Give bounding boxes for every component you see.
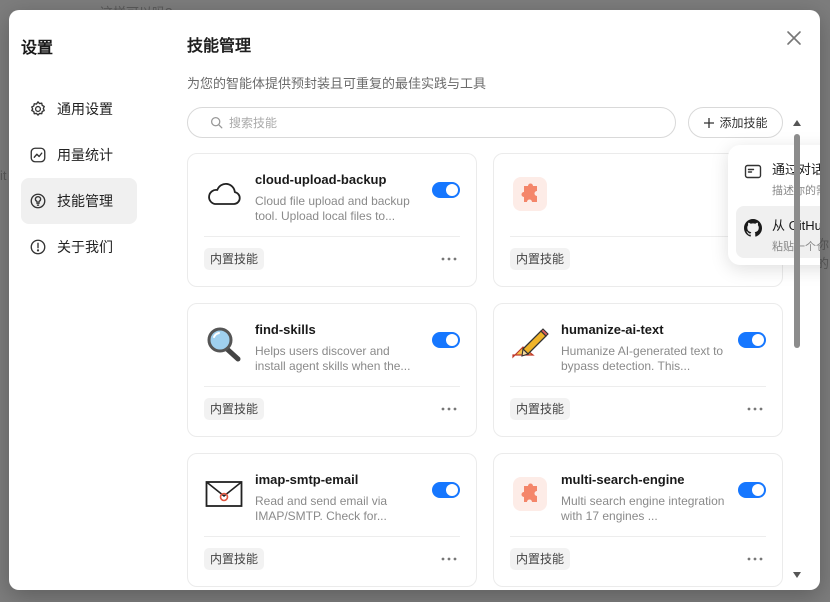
menu-item-import-github[interactable]: 从 GitHub 导入 粘贴一个仓库连接以开始 xyxy=(736,206,820,258)
skill-badge: 内置技能 xyxy=(204,248,265,270)
skill-badge: 内置技能 xyxy=(204,548,265,570)
envelope-icon xyxy=(204,474,244,514)
sidebar-item-about[interactable]: 关于我们 xyxy=(21,224,137,270)
puzzle-icon xyxy=(510,174,550,214)
skill-description: Humanize AI-generated text to bypass det… xyxy=(561,344,724,373)
close-button[interactable] xyxy=(784,28,804,48)
settings-modal: 设置 通用设置 用量统计 技能管理 关于我们 技能管理 为您的智能体提供预封装且… xyxy=(9,10,820,590)
plus-icon xyxy=(704,117,715,128)
sidebar-item-label: 通用设置 xyxy=(57,101,113,117)
more-options-icon[interactable] xyxy=(746,550,764,568)
scroll-thumb[interactable] xyxy=(794,134,800,348)
search-input[interactable] xyxy=(229,115,649,130)
sidebar-item-usage[interactable]: 用量统计 xyxy=(21,132,137,178)
skill-name: cloud-upload-backup xyxy=(255,172,387,187)
more-options-icon[interactable] xyxy=(440,400,458,418)
skills-panel: 技能管理 为您的智能体提供预封装且可重复的最佳实践与工具 添加技能 cloud-… xyxy=(187,10,820,590)
skill-icon xyxy=(30,193,46,209)
skill-name: imap-smtp-email xyxy=(255,472,359,487)
skill-description: Cloud file upload and backup tool. Uploa… xyxy=(255,194,410,223)
settings-sidebar: 设置 通用设置 用量统计 技能管理 关于我们 xyxy=(9,10,149,590)
more-options-icon[interactable] xyxy=(746,400,764,418)
skill-description: Read and send email via IMAP/SMTP. Check… xyxy=(255,494,388,523)
skill-description: Multi search engine integration with 17 … xyxy=(561,494,725,523)
add-skill-button[interactable]: 添加技能 xyxy=(688,107,783,138)
menu-item-create-via-chat[interactable]: 通过对话创建 描述你的需求，AI 帮你生成 xyxy=(736,150,820,202)
skill-name: humanize-ai-text xyxy=(561,322,664,337)
card-divider xyxy=(204,386,460,387)
skill-description xyxy=(561,194,729,226)
pencil-icon xyxy=(510,324,550,364)
skill-card[interactable]: humanize-ai-text Humanize AI-generated t… xyxy=(493,303,783,437)
skill-toggle[interactable] xyxy=(432,332,460,348)
page-subtitle: 为您的智能体提供预封装且可重复的最佳实践与工具 xyxy=(187,76,487,91)
skill-badge: 内置技能 xyxy=(510,248,571,270)
close-icon xyxy=(787,31,801,45)
skill-card[interactable]: cloud-upload-backup Cloud file upload an… xyxy=(187,153,477,287)
skill-toggle[interactable] xyxy=(738,482,766,498)
more-options-icon[interactable] xyxy=(440,550,458,568)
search-icon xyxy=(210,116,223,129)
skills-grid: cloud-upload-backup Cloud file upload an… xyxy=(187,153,787,590)
more-options-icon[interactable] xyxy=(440,250,458,268)
sidebar-title: 设置 xyxy=(21,40,54,57)
chat-create-icon xyxy=(744,164,762,179)
sidebar-item-label: 用量统计 xyxy=(57,147,113,163)
settings-nav: 通用设置 用量统计 技能管理 关于我们 xyxy=(21,86,137,270)
skill-card[interactable]: imap-smtp-email Read and send email via … xyxy=(187,453,477,587)
scroll-up-icon[interactable] xyxy=(793,120,801,126)
skill-card[interactable]: multi-search-engine Multi search engine … xyxy=(493,453,783,587)
skill-badge: 内置技能 xyxy=(510,548,571,570)
skill-toggle[interactable] xyxy=(738,332,766,348)
card-divider xyxy=(510,536,766,537)
sidebar-item-label: 技能管理 xyxy=(57,193,113,209)
chart-icon xyxy=(30,147,46,163)
skill-name: find-skills xyxy=(255,322,316,337)
skill-card[interactable]: find-skills Helps users discover and ins… xyxy=(187,303,477,437)
skill-toggle[interactable] xyxy=(432,482,460,498)
cloud-icon xyxy=(204,174,244,214)
card-divider xyxy=(204,236,460,237)
magnifier-icon xyxy=(204,324,244,364)
card-divider xyxy=(204,536,460,537)
add-skill-menu: 通过对话创建 描述你的需求，AI 帮你生成 从 GitHub 导入 粘贴一个仓库… xyxy=(728,145,820,265)
search-box[interactable] xyxy=(187,107,676,138)
scroll-down-icon[interactable] xyxy=(793,572,801,578)
sidebar-item-skills[interactable]: 技能管理 xyxy=(21,178,137,224)
skill-badge: 内置技能 xyxy=(510,398,571,420)
skill-badge: 内置技能 xyxy=(204,398,265,420)
gear-icon xyxy=(31,101,45,116)
card-divider xyxy=(510,386,766,387)
github-icon xyxy=(744,219,762,237)
skill-toggle[interactable] xyxy=(432,182,460,198)
add-skill-label: 添加技能 xyxy=(719,116,768,130)
sidebar-item-general[interactable]: 通用设置 xyxy=(21,86,137,132)
skill-name: multi-search-engine xyxy=(561,472,685,487)
info-icon xyxy=(30,239,46,255)
skill-description: Helps users discover and install agent s… xyxy=(255,344,411,373)
background-left-text: it xyxy=(0,168,7,183)
puzzle-icon xyxy=(510,474,550,514)
scrollbar[interactable] xyxy=(793,120,801,578)
sidebar-item-label: 关于我们 xyxy=(57,239,113,255)
page-title: 技能管理 xyxy=(187,38,252,55)
